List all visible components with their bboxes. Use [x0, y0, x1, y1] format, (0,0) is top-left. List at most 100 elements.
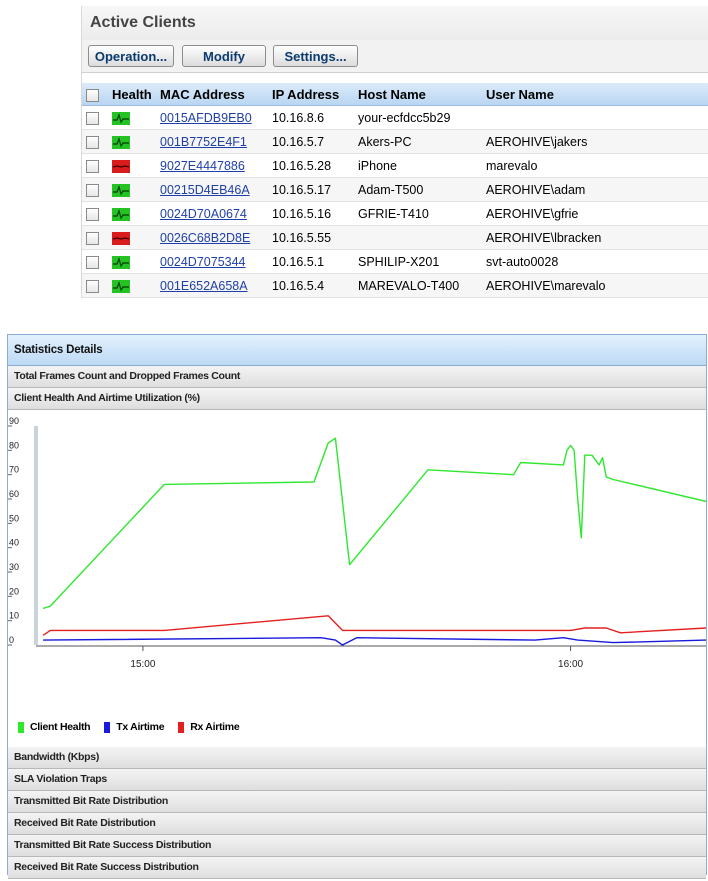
ip-address-cell: 10.16.5.55: [268, 225, 354, 250]
host-name: iPhone: [358, 158, 397, 173]
health-cell: [108, 153, 156, 178]
row-checkbox[interactable]: [86, 183, 99, 197]
series-line: [42, 615, 706, 636]
user-name: AEROHIVE\lbracken: [486, 230, 602, 245]
operation-button[interactable]: Operation...: [88, 45, 174, 67]
y-tick-label: 40: [9, 538, 19, 548]
mac-address-link[interactable]: 9027E4447886: [160, 159, 245, 173]
health-cell: [108, 225, 156, 250]
health-cell: [108, 249, 156, 274]
y-tick-label: 20: [9, 586, 19, 596]
mac-address-link-cell: 0026C68B2D8E: [156, 225, 268, 250]
mac-address-link-cell: 0024D7075344: [156, 249, 268, 274]
mac-address-link-cell: 0024D70A0674: [156, 201, 268, 226]
mac-address-link[interactable]: 001E652A658A: [160, 279, 248, 293]
ip-address: 10.16.5.1: [272, 254, 325, 269]
user-name: svt-auto0028: [486, 254, 559, 269]
mac-address-link[interactable]: 0024D70A0674: [160, 207, 247, 221]
user-name-cell: AEROHIVE\lbracken: [482, 225, 708, 250]
col-ip[interactable]: IP Address: [268, 83, 354, 106]
section-tx-success[interactable]: Transmitted Bit Rate Success Distributio…: [8, 835, 706, 857]
row-select-cell: [82, 177, 108, 202]
legend-swatch: [18, 721, 24, 733]
y-tick-label: 80: [9, 440, 19, 450]
user-name: AEROHIVE\jakers: [486, 134, 588, 149]
table-row[interactable]: 0024D7075344 10.16.5.1 SPHILIP-X201 svt-aut…: [82, 249, 708, 274]
legend-item[interactable]: Client Health: [18, 721, 91, 733]
row-checkbox[interactable]: [86, 231, 99, 245]
y-tick-label: 50: [9, 513, 19, 523]
user-name-cell: AEROHIVE\marevalo: [482, 273, 708, 298]
health-icon: [112, 231, 130, 245]
row-checkbox[interactable]: [86, 159, 99, 173]
modify-button[interactable]: Modify: [182, 45, 266, 67]
mac-address-link[interactable]: 0026C68B2D8E: [160, 231, 250, 245]
table-row[interactable]: 001B7752E4F1 10.16.5.7 Akers-PC AEROHIVE\ja…: [82, 129, 708, 154]
col-health[interactable]: Health: [108, 83, 156, 106]
section-rx-success[interactable]: Received Bit Rate Success Distribution: [8, 857, 706, 879]
ip-address: 10.16.5.4: [272, 278, 325, 293]
ip-address: 10.16.5.7: [272, 134, 325, 149]
x-tick-label: 15:00: [130, 659, 155, 670]
host-name: SPHILIP-X201: [358, 254, 440, 269]
legend-swatch: [104, 721, 111, 733]
section-tx-bitrate[interactable]: Transmitted Bit Rate Distribution: [8, 791, 706, 813]
y-axis-band: [34, 426, 38, 645]
col-user[interactable]: User Name: [482, 83, 708, 106]
user-name: marevalo: [486, 158, 538, 173]
table-row[interactable]: 0024D70A0674 10.16.5.16 GFRIE-T410 AEROHIVE…: [82, 201, 708, 226]
section-frames-count[interactable]: Total Frames Count and Dropped Frames Co…: [8, 366, 706, 388]
col-host[interactable]: Host Name: [354, 83, 482, 106]
row-select-cell: [82, 105, 108, 130]
section-bandwidth[interactable]: Bandwidth (Kbps): [8, 747, 706, 769]
ip-address-cell: 10.16.5.4: [268, 273, 354, 298]
ip-address-cell: 10.16.5.1: [268, 249, 354, 274]
table-row[interactable]: 0026C68B2D8E 10.16.5.55 AEROHIVE\lbracken: [82, 225, 708, 250]
series-line: [42, 437, 706, 610]
ip-address: 10.16.5.28: [272, 158, 332, 173]
table-row[interactable]: 9027E4447886 10.16.5.28 iPhone marevalo: [82, 153, 708, 178]
table-row[interactable]: 0015AFDB9EB0 10.16.8.6 your-ecfdcc5b29: [82, 105, 708, 130]
mac-address-link[interactable]: 00215D4EB46A: [160, 183, 250, 197]
table-row[interactable]: 00215D4EB46A 10.16.5.17 Adam-T500 AEROHIVE\…: [82, 177, 708, 202]
row-checkbox[interactable]: [86, 207, 99, 221]
health-cell: [108, 129, 156, 154]
user-name-cell: marevalo: [482, 153, 708, 178]
host-name: your-ecfdcc5b29: [358, 110, 451, 125]
mac-address-link[interactable]: 001B7752E4F1: [160, 135, 247, 149]
health-icon: [112, 111, 130, 125]
row-checkbox[interactable]: [86, 279, 99, 293]
clients-table: Health MAC Address IP Address Host Name …: [82, 83, 708, 298]
clients-toolbar: Operation... Modify Settings...: [82, 40, 708, 73]
row-checkbox[interactable]: [86, 135, 99, 149]
section-health-airtime[interactable]: Client Health And Airtime Utilization (%…: [8, 388, 706, 410]
series-line: [43, 636, 706, 646]
ip-address-cell: 10.16.8.6: [268, 105, 354, 130]
mac-address-link[interactable]: 0015AFDB9EB0: [160, 111, 252, 125]
y-tick-label: 60: [9, 489, 19, 499]
section-rx-bitrate[interactable]: Received Bit Rate Distribution: [8, 813, 706, 835]
legend-item[interactable]: Rx Airtime: [178, 721, 240, 733]
panel-title: Active Clients: [82, 6, 708, 40]
row-checkbox[interactable]: [86, 255, 99, 269]
y-tick-label: 0: [9, 635, 14, 645]
health-cell: [108, 177, 156, 202]
legend-label: Client Health: [30, 721, 91, 733]
collapsed-sections: Bandwidth (Kbps) SLA Violation Traps Tra…: [8, 747, 706, 879]
col-mac[interactable]: MAC Address: [156, 83, 268, 106]
select-all-header: [82, 83, 108, 106]
row-checkbox[interactable]: [86, 111, 99, 125]
mac-address-link-cell: 00215D4EB46A: [156, 177, 268, 202]
legend-item[interactable]: Tx Airtime: [104, 721, 165, 733]
row-select-cell: [82, 129, 108, 154]
y-tick-label: 10: [9, 611, 19, 621]
table-row[interactable]: 001E652A658A 10.16.5.4 MAREVALO-T400 AEROHI…: [82, 273, 708, 298]
host-name-cell: MAREVALO-T400: [354, 273, 482, 298]
select-all-checkbox[interactable]: [86, 88, 99, 102]
settings-button[interactable]: Settings...: [273, 45, 358, 67]
host-name: Akers-PC: [358, 134, 412, 149]
section-sla-traps[interactable]: SLA Violation Traps: [8, 769, 706, 791]
mac-address-link[interactable]: 0024D7075344: [160, 255, 246, 269]
host-name-cell: Adam-T500: [354, 177, 482, 202]
row-select-cell: [82, 153, 108, 178]
